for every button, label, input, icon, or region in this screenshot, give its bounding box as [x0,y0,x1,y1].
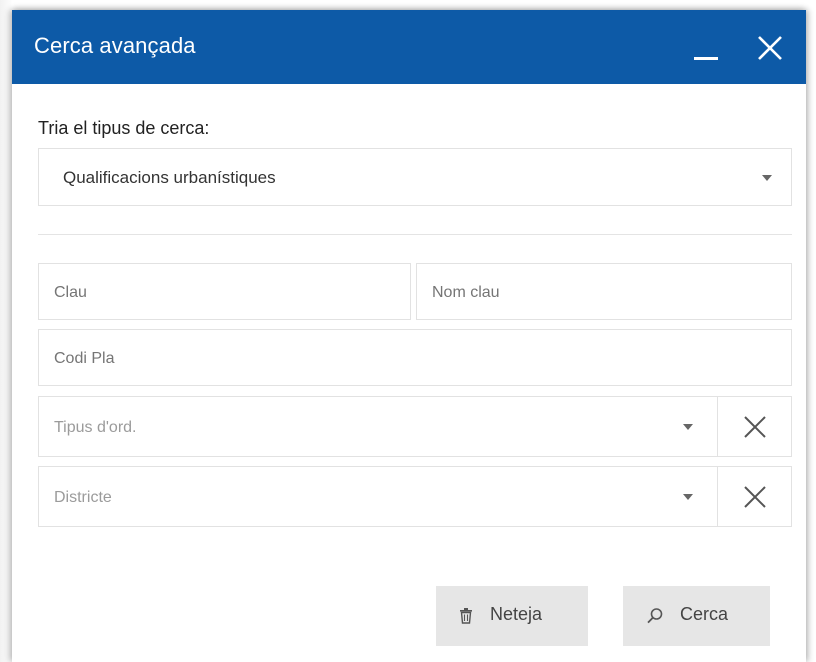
nom-clau-placeholder: Nom clau [432,284,500,301]
minimize-icon [694,57,718,60]
tipus-ord-select[interactable]: Tipus d'ord. [38,396,792,457]
districte-clear-button[interactable] [717,467,791,526]
clear-button[interactable]: Neteja [436,586,588,646]
dialog-titlebar: Cerca avançada [12,10,806,84]
advanced-search-dialog: Cerca avançada Tria el tipus de cerca: Q… [12,10,806,662]
section-divider [38,234,792,235]
tipus-ord-clear-button[interactable] [717,397,791,456]
search-icon [647,608,663,624]
tipus-ord-placeholder: Tipus d'ord. [54,419,137,436]
codi-pla-input[interactable]: Codi Pla [38,329,792,386]
search-button-label: Cerca [680,604,729,624]
clear-button-label: Neteja [490,604,543,624]
chevron-down-icon [683,494,693,500]
chevron-down-icon [762,175,772,181]
search-type-label: Tria el tipus de cerca: [38,118,210,138]
search-type-select[interactable]: Qualificacions urbanístiques [38,148,792,206]
clau-placeholder: Clau [54,284,87,301]
close-icon [744,486,766,508]
chevron-down-icon [683,424,693,430]
close-button[interactable] [750,28,790,68]
clau-input[interactable]: Clau [38,263,411,320]
dialog-title: Cerca avançada [34,33,196,58]
search-button[interactable]: Cerca [623,586,770,646]
search-type-value: Qualificacions urbanístiques [63,168,276,187]
close-icon [758,36,782,60]
districte-select[interactable]: Districte [38,466,792,527]
close-icon [744,416,766,438]
codi-pla-placeholder: Codi Pla [54,350,115,367]
districte-placeholder: Districte [54,489,112,506]
trash-icon [460,608,472,624]
nom-clau-input[interactable]: Nom clau [416,263,792,320]
minimize-button[interactable] [688,30,722,64]
